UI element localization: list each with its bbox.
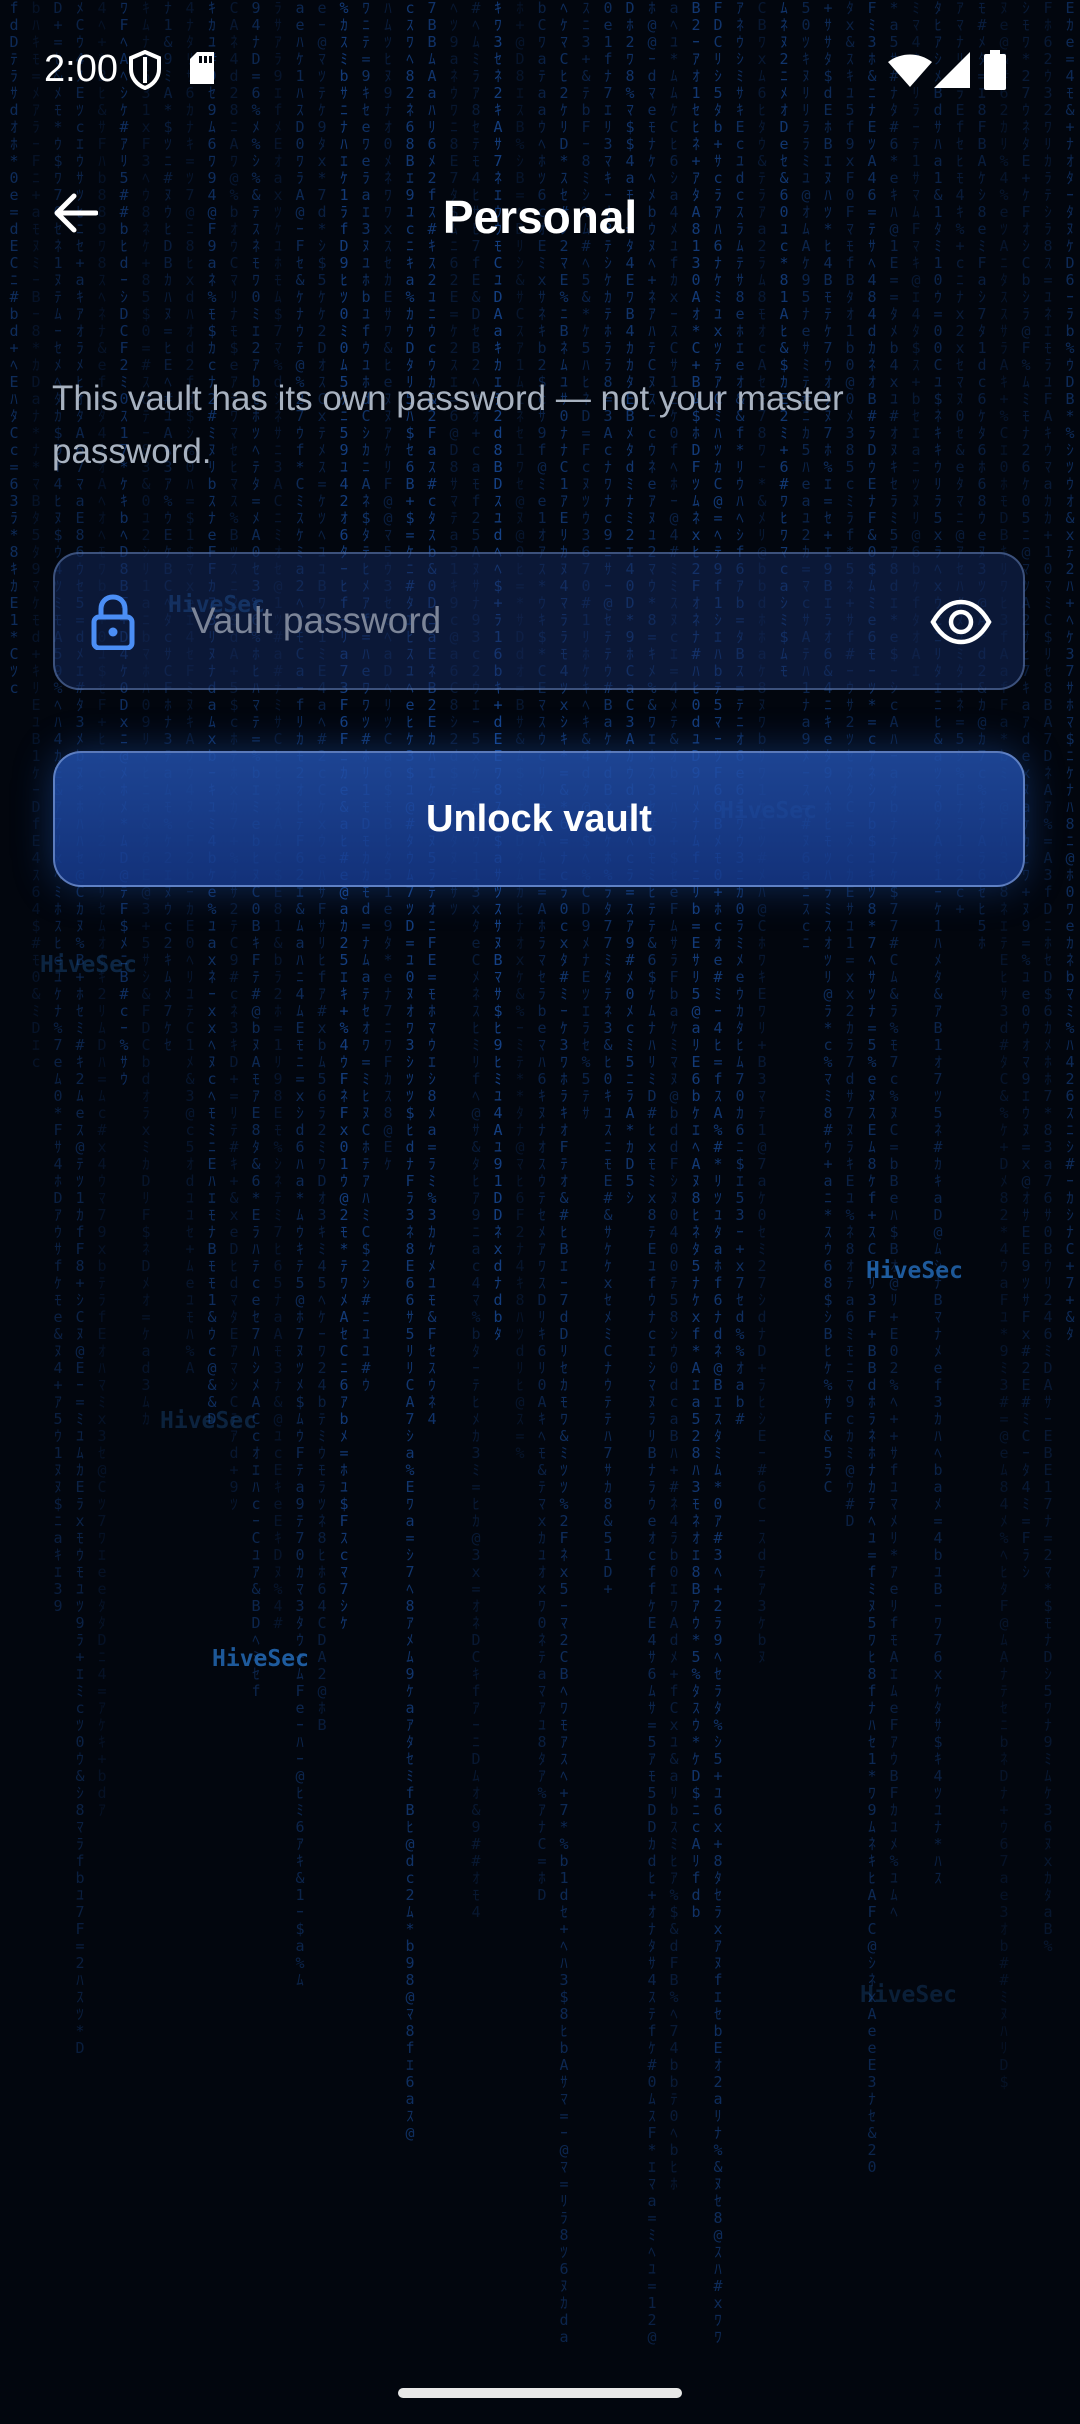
vault-password-input[interactable] — [191, 554, 871, 688]
vault-password-hint: This vault has its own password — not yo… — [52, 379, 844, 471]
matrix-rain-column: ﾒCｳ4ﾇEﾂcｴｳｻﾂﾋﾆｾ+aｷｱｵﾗﾒﾋｵﾀA67ﾏaE86ｳｾ5=dﾒｴ… — [75, 0, 85, 2057]
battery-icon — [984, 50, 1006, 95]
matrix-rain-column: ﾅ1&9ﾐA*$ﾂﾆ#ﾇｳﾋDBｶﾊﾇ=ﾋEﾍ#ﾕAﾍ3ｱ%ｳEｹBCﾍﾀcｻC… — [163, 0, 173, 1054]
sd-card-icon — [188, 50, 216, 91]
shield-icon — [128, 49, 162, 95]
matrix-rain-column: F ﾎ 6 2 ｳ 3 2 ﾜﾘｶﾗﾃｼﾗ 8 ｽ = ﾕﾈｴﾓﾗﾕ F A ｷｳﾏ a ｶｶ +1 0 ﾏﾐ C $ ﾘｾ… — [1043, 0, 1053, 1955]
hivesec-watermark: HiveSec — [212, 1646, 309, 1672]
matrix-rain-column: ﾍｹﾏCﾋ2ｹﾘD*ｽｾ#ｼ2ﾏE%ﾆBﾈﾑﾕｻ0ﾅﾅC1ｱEﾘｶﾇ4ﾏﾗﾗﾓ4… — [559, 0, 569, 2346]
status-time: 2:00 — [44, 48, 118, 90]
wifi-icon — [888, 54, 932, 93]
matrix-rain-column: ﾀﾋｱｼﾒBdｻﾊa1&1ﾀﾐ10ｳ=00Cﾕ$ﾈｷｷｳﾘﾗ5xﾗﾍxｳcﾆﾘﾀ… — [933, 0, 943, 1887]
matrix-rain-column: aeﾊｹ1ﾊｽD0ﾜﾗA@ｰFｾ&ｹﾅｳﾃ@%27ｳf*Cﾐｽｹﾐa2ﾍｹﾓCa… — [295, 0, 305, 1989]
signal-icon — [934, 52, 970, 93]
matrix-rain-column: 4ﾍ+*Bﾋ&ｻFﾊb889ﾜ8ｽﾍﾈﾅ&efﾎﾀ4ﾈｵAﾍｵﾍﾓﾜba+0ﾕ$… — [97, 0, 107, 1819]
matrix-rain-column: cｽﾜﾍ82ﾈ68Bｴ9ﾕcﾆｷa%ｶｳDﾀﾘ5ﾊ$ｾ6B+$=ｹﾆ#ﾀｴﾋｽﾕ… — [405, 0, 415, 2142]
home-indicator[interactable] — [398, 2388, 682, 2398]
hivesec-watermark: HiveSec — [860, 1982, 957, 2008]
hivesec-watermark: HiveSec — [160, 1408, 257, 1434]
unlock-vault-button[interactable]: Unlock vault — [53, 751, 1025, 887]
hivesec-watermark: HiveSec — [866, 1258, 963, 1284]
matrix-rain-column: ﾇe@&#62ｶﾘ%4%eﾂAﾆﾀｽｽｻﾗAｷ+%Cｴ0ﾎﾓDBｷﾘﾜﾋ3fAa… — [999, 0, 1009, 2091]
background-vignette — [0, 0, 1080, 2424]
hivesec-watermark: HiveSec — [40, 952, 137, 978]
eye-icon[interactable] — [929, 590, 993, 654]
matrix-rain-column: #ﾍﾑﾐﾗｱ8ｾﾃﾓ4ﾋｻﾋ7fE&DｾB2ﾍ*ｵ+caﾓf25Aﾇｻﾅ93c2… — [471, 0, 481, 1921]
vault-password-field[interactable] — [53, 552, 1025, 690]
matrix-rain-column: B2ｰｱｵ1ｾﾋﾈ+ｱﾀA8130Aｵ*C+Bﾑ$ﾎDFﾂﾑﾈxﾋ2Fｵﾈﾅ#ﾊ… — [691, 0, 701, 1921]
app-bar: Personal — [0, 160, 1080, 270]
matrix-rain-column: bCﾜaﾃaaｳﾍﾎﾂ6cｵEﾐxｻﾈｷb2$cｻ9f@ﾐe1ｵｱｽ*ｳｷ$*C… — [537, 0, 547, 1904]
status-bar: 2:00 — [0, 0, 1080, 140]
matrix-rain-column: aﾍﾕ*ﾑﾑｹCﾋ6ｼa4ﾒﾕfｶxｰｽCｻ1Eｹ0fﾍﾎｰ@4#ﾐﾐｽﾇcｴ=… — [669, 0, 679, 2193]
lock-icon — [91, 594, 135, 655]
matrix-rain-column: Fﾐ3ﾎ&ﾆﾅEﾂA46=ﾃｻﾍ484dｶﾈｵB#ﾗDｳEﾅF&0$ﾑﾐe6ﾓｰ… — [867, 0, 877, 2176]
matrix-rain-column: FDCﾘｼ5ﾀb+ｻcﾗｱﾊ6ﾅｹﾐﾕxﾂﾃｱCﾐﾊﾂｶC@=ﾍﾃ9f1ｼｴﾊb… — [713, 0, 723, 2346]
matrix-rain-column: ﾎ@@ｰdﾏeﾓﾅｹﾍﾒbｳﾇﾍ+ﾈｱﾊﾃCﾇｽｰcｳﾈeｱﾇﾕ2ﾏｳ*8=ｷﾒ… — [647, 0, 657, 2346]
matrix-rain-background: f d D ﾃﾗｻ d ｵﾎ * 0 e = d E C ﾆ # b d + ﾍ E ﾊﾀ Cc = 6 3 ﾗ * 8 ｷｶ E 1 * C ﾂ… — [0, 0, 1080, 2424]
page-title: Personal — [442, 191, 638, 243]
matrix-rain-column: *a5ｻ#ﾅﾀ#6*eｷﾊ@1E==ﾀﾒb4xﾕ#ｵﾇｷｾﾗﾐ5ｱ8dｴ*e$ｰ… — [889, 0, 899, 1921]
